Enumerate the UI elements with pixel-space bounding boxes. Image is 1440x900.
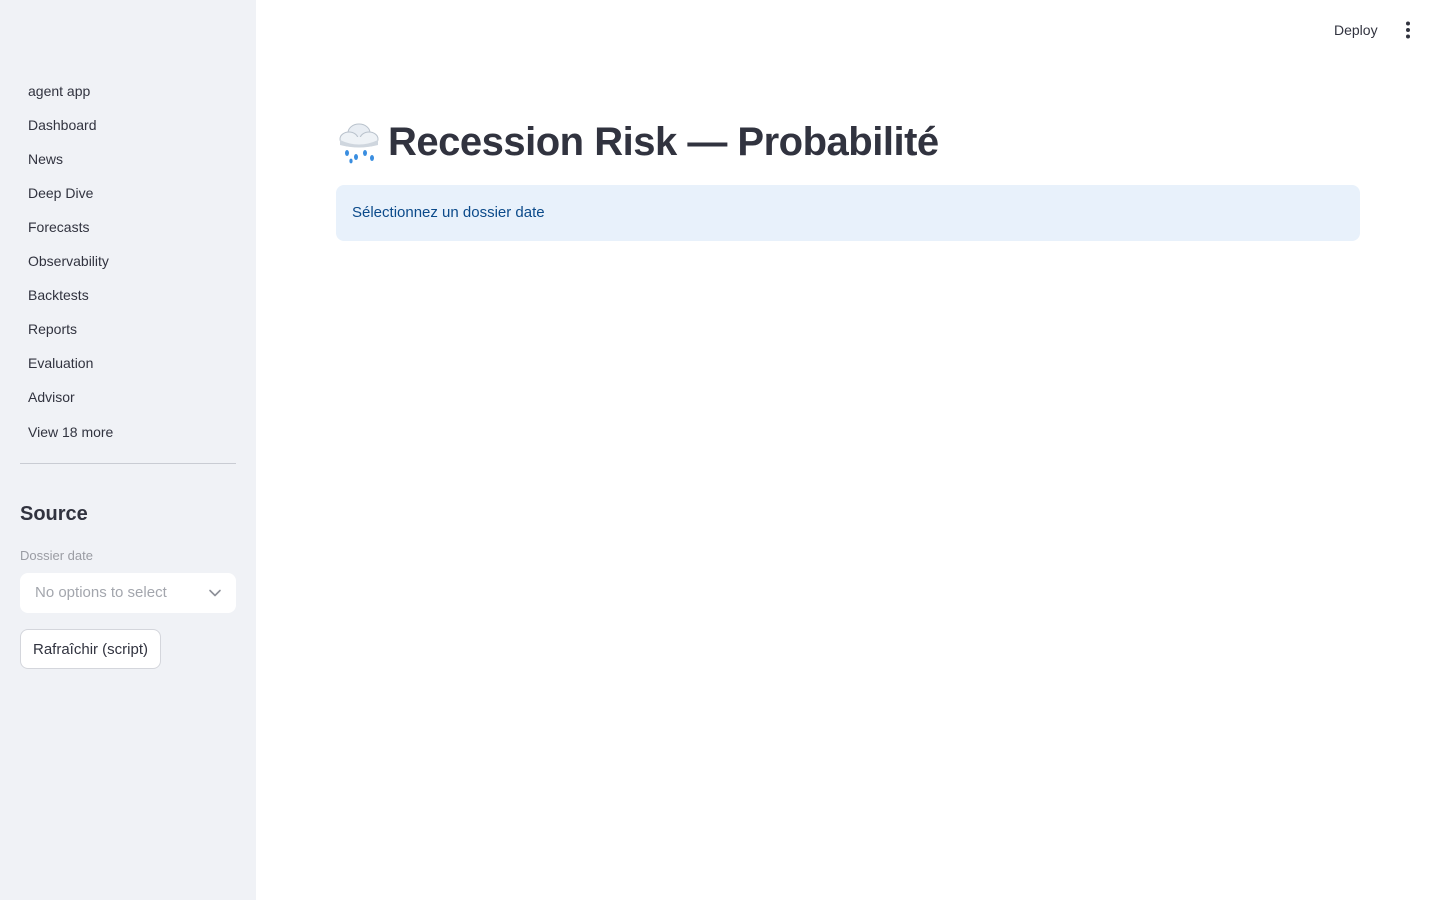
info-alert: Sélectionnez un dossier date [336,185,1360,241]
sidebar-item-evaluation[interactable]: Evaluation [12,346,244,380]
info-alert-message: Sélectionnez un dossier date [352,204,545,221]
dossier-date-label: Dossier date [20,548,93,563]
dossier-date-select-value: No options to select [35,584,167,601]
sidebar-nav: agent app Dashboard News Deep Dive Forec… [12,74,244,414]
sidebar-item-deep-dive[interactable]: Deep Dive [12,176,244,210]
chevron-down-icon [209,589,221,597]
sidebar-item-backtests[interactable]: Backtests [12,278,244,312]
rain-cloud-icon [339,123,379,164]
view-more-link[interactable]: View 18 more [28,424,113,440]
app-root: agent app Dashboard News Deep Dive Forec… [0,0,1440,900]
sidebar-item-agent-app[interactable]: agent app [12,74,244,108]
sidebar-divider [20,463,236,464]
sidebar-item-observability[interactable]: Observability [12,244,244,278]
refresh-script-button[interactable]: Rafraîchir (script) [20,629,162,669]
sidebar-item-dashboard[interactable]: Dashboard [12,108,244,142]
source-heading: Source [20,503,88,525]
dossier-date-select[interactable]: No options to select [20,573,236,613]
page-title: Recession Risk — Probabilité [336,114,939,170]
sidebar-item-news[interactable]: News [12,142,244,176]
sidebar-item-advisor[interactable]: Advisor [12,380,244,414]
sidebar-item-reports[interactable]: Reports [12,312,244,346]
sidebar-item-forecasts[interactable]: Forecasts [12,210,244,244]
deploy-button[interactable]: Deploy [1334,19,1378,41]
page-title-text: Recession Risk — Probabilité [388,119,939,164]
more-vertical-icon[interactable] [1398,19,1418,41]
sidebar: agent app Dashboard News Deep Dive Forec… [0,0,256,900]
